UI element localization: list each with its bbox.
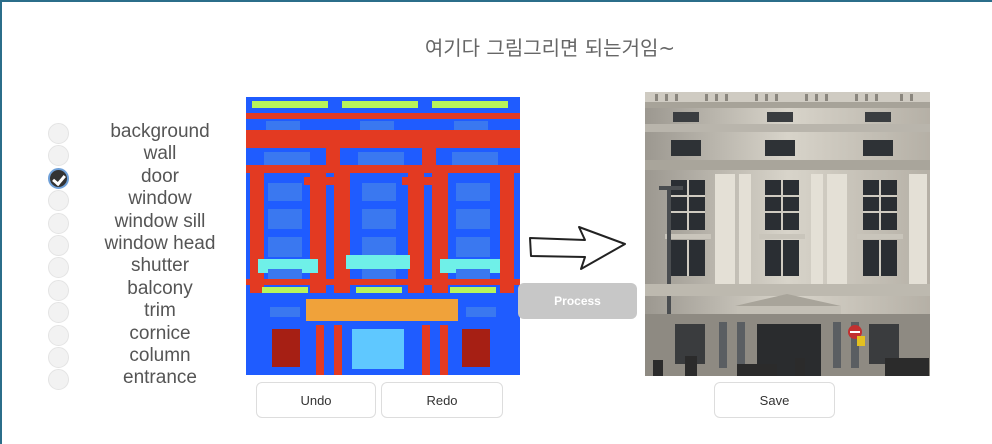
radio-door-checked[interactable] — [48, 167, 69, 189]
undo-button[interactable]: Undo — [256, 382, 376, 418]
radio-window[interactable] — [48, 190, 69, 212]
redo-button[interactable]: Redo — [381, 382, 503, 418]
label-text: cornice — [129, 322, 191, 344]
radio-shutter[interactable] — [48, 257, 69, 279]
label-text: window head — [104, 232, 216, 254]
radio-balcony[interactable] — [48, 279, 69, 301]
page-title: 여기다 그림그리면 되는거임~ — [424, 36, 676, 60]
radio-wall[interactable] — [48, 145, 69, 167]
radio-cornice[interactable] — [48, 324, 69, 346]
label-text: column — [129, 344, 191, 366]
radio-window-sill[interactable] — [48, 212, 69, 234]
building-photo — [645, 88, 930, 376]
radio-window-head[interactable] — [48, 234, 69, 256]
label-text: window — [128, 188, 192, 210]
radio-entrance[interactable] — [48, 369, 69, 391]
result-image — [645, 88, 930, 376]
label-text: window sill — [114, 210, 206, 232]
label-text: entrance — [123, 367, 197, 389]
label-text: background — [110, 121, 210, 142]
label-text: shutter — [130, 255, 190, 277]
process-button[interactable]: Process — [518, 283, 637, 319]
label-text: wall — [143, 143, 177, 165]
radio-trim[interactable] — [48, 302, 69, 324]
label-text: trim — [144, 300, 176, 322]
label-map[interactable] — [246, 97, 520, 375]
radio-column[interactable] — [48, 346, 69, 368]
save-button[interactable]: Save — [714, 382, 835, 418]
drawing-canvas[interactable] — [246, 97, 520, 375]
label-text: balcony — [127, 277, 193, 299]
arrow-right-icon — [529, 226, 626, 270]
label-text: door — [140, 165, 180, 187]
radio-background[interactable] — [48, 123, 69, 144]
